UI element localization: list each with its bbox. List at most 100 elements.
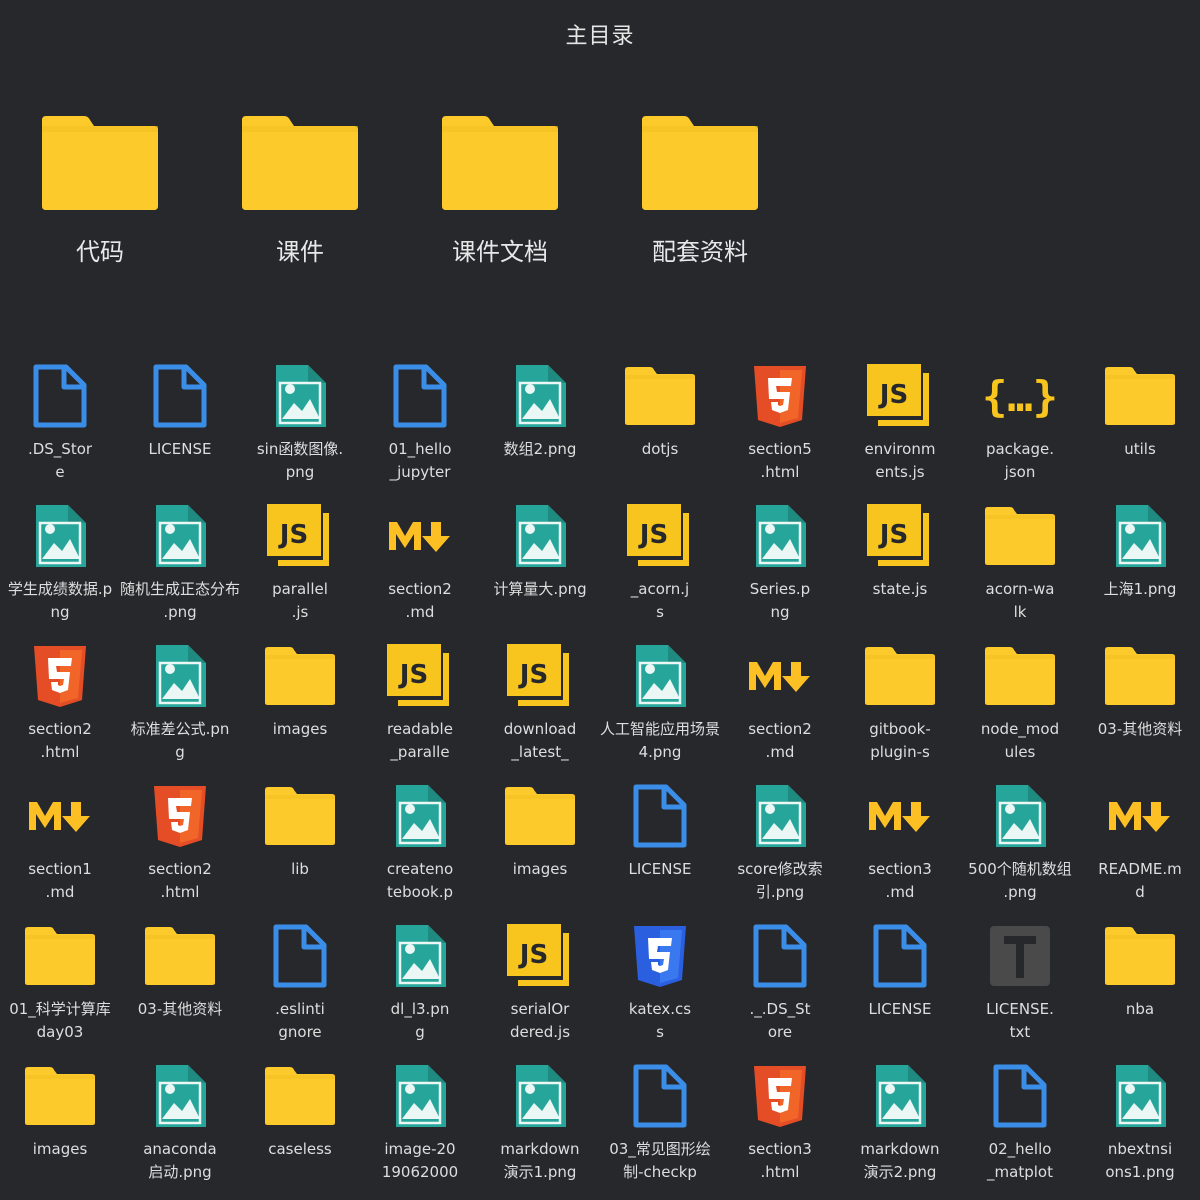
html5-icon [24, 640, 96, 712]
folder-icon [1104, 920, 1176, 992]
file-item[interactable]: section3 .md [840, 780, 960, 904]
file-name-line1: node_mod [980, 720, 1060, 738]
file-label: environm ents.js [840, 438, 960, 484]
file-item[interactable]: JS state.js [840, 500, 960, 601]
file-item[interactable]: 数组2.png [480, 360, 600, 461]
file-item[interactable]: 500个随机数组 .png [960, 780, 1080, 904]
file-item[interactable]: caseless [240, 1060, 360, 1161]
file-name-line1: image-20 [384, 1140, 456, 1158]
file-item[interactable]: JS _acorn.j s [600, 500, 720, 624]
file-item[interactable]: images [0, 1060, 120, 1161]
file-item[interactable]: 01_科学计算库 day03 [0, 920, 120, 1044]
file-item[interactable]: 人工智能应用场景 4.png [600, 640, 720, 764]
file-name-line1: LICENSE. [986, 1000, 1054, 1018]
javascript-icon: JS [264, 500, 336, 572]
image-file-icon [384, 920, 456, 992]
file-label: README.m d [1080, 858, 1200, 904]
svg-text:JS: JS [638, 520, 668, 550]
file-item[interactable]: section2 .html [120, 780, 240, 904]
folder-item[interactable]: 代码 [0, 112, 200, 267]
file-item[interactable]: 01_hello _jupyter [360, 360, 480, 484]
folder-icon [1104, 360, 1176, 432]
file-item[interactable]: images [480, 780, 600, 881]
file-name-line1: 标准差公式.pn [130, 720, 230, 738]
file-item[interactable]: sin函数图像. png [240, 360, 360, 484]
folder-icon [264, 640, 336, 712]
file-item[interactable]: createno tebook.p [360, 780, 480, 904]
file-item[interactable]: README.m d [1080, 780, 1200, 904]
file-label: 计算量大.png [480, 578, 600, 601]
folder-item[interactable]: 课件 [200, 112, 400, 267]
file-item[interactable]: .DS_Stor e [0, 360, 120, 484]
file-item[interactable]: section2 .html [0, 640, 120, 764]
file-item[interactable]: 标准差公式.pn g [120, 640, 240, 764]
markdown-icon [24, 780, 96, 852]
file-item[interactable]: section2 .md [720, 640, 840, 764]
file-item[interactable]: LICENSE [120, 360, 240, 461]
file-item[interactable]: dotjs [600, 360, 720, 461]
file-item[interactable]: JS download _latest_ [480, 640, 600, 764]
file-item[interactable]: 03_常见图形绘 制-checkp [600, 1060, 720, 1184]
file-item[interactable]: images [240, 640, 360, 741]
file-label: 随机生成正态分布 .png [120, 578, 240, 624]
file-name-line1: nba [1125, 1000, 1155, 1018]
file-item[interactable]: LICENSE. txt [960, 920, 1080, 1044]
file-item[interactable]: JS serialOr dered.js [480, 920, 600, 1044]
file-name-line1: 上海1.png [1103, 580, 1177, 598]
image-file-icon [504, 1060, 576, 1132]
file-item[interactable]: katex.cs s [600, 920, 720, 1044]
file-name-line1: score修改索 [737, 860, 823, 878]
image-file-icon [384, 780, 456, 852]
file-item[interactable]: section1 .md [0, 780, 120, 904]
file-item[interactable]: 上海1.png [1080, 500, 1200, 601]
markdown-icon [1104, 780, 1176, 852]
file-item[interactable]: 03-其他资料 [1080, 640, 1200, 741]
file-item[interactable]: 随机生成正态分布 .png [120, 500, 240, 624]
file-item[interactable]: JS environm ents.js [840, 360, 960, 484]
file-item[interactable]: node_mod ules [960, 640, 1080, 764]
file-item[interactable]: {…} package. json [960, 360, 1080, 484]
folder-item[interactable]: 课件文档 [400, 112, 600, 267]
file-name-line2: tebook.p [387, 883, 453, 901]
file-item[interactable]: JS readable _paralle [360, 640, 480, 764]
file-name-line1: markdown [860, 1140, 940, 1158]
file-item[interactable]: 02_hello _matplot [960, 1060, 1080, 1184]
file-item[interactable]: section2 .md [360, 500, 480, 624]
file-item[interactable]: .eslinti gnore [240, 920, 360, 1044]
file-item[interactable]: lib [240, 780, 360, 881]
file-item[interactable]: 计算量大.png [480, 500, 600, 601]
file-name-line2: .png [163, 603, 197, 621]
file-item[interactable]: JS parallel .js [240, 500, 360, 624]
file-item[interactable]: section5 .html [720, 360, 840, 484]
image-file-icon [984, 780, 1056, 852]
file-name-line1: .DS_Stor [27, 440, 93, 458]
file-item[interactable]: 学生成绩数据.p ng [0, 500, 120, 624]
file-item[interactable]: 03-其他资料 [120, 920, 240, 1021]
file-item[interactable]: section3 .html [720, 1060, 840, 1184]
file-item[interactable]: Series.p ng [720, 500, 840, 624]
image-file-icon [144, 1060, 216, 1132]
file-name-line1: 随机生成正态分布 [120, 580, 241, 598]
file-item[interactable]: markdown 演示1.png [480, 1060, 600, 1184]
file-label: 01_科学计算库 day03 [0, 998, 120, 1044]
svg-text:JS: JS [518, 940, 548, 970]
file-item[interactable]: utils [1080, 360, 1200, 461]
file-item[interactable]: nba [1080, 920, 1200, 1021]
folder-item[interactable]: 配套资料 [600, 112, 800, 267]
file-item[interactable]: image-20 19062000 [360, 1060, 480, 1184]
file-item[interactable]: LICENSE [600, 780, 720, 881]
file-item[interactable]: nbextnsi ons1.png [1080, 1060, 1200, 1184]
file-item[interactable]: markdown 演示2.png [840, 1060, 960, 1184]
file-item[interactable]: LICENSE [840, 920, 960, 1021]
folder-label: 代码 [76, 238, 124, 266]
file-item[interactable]: gitbook-plugin-s [840, 640, 960, 764]
file-name-line1: dl_l3.pn [390, 1000, 450, 1018]
file-item[interactable]: dl_l3.pn g [360, 920, 480, 1044]
file-name-line2: 演示1.png [503, 1163, 577, 1181]
file-name-line1: nbextnsi [1107, 1140, 1173, 1158]
file-item[interactable]: score修改索 引.png [720, 780, 840, 904]
file-item[interactable]: acorn-wa lk [960, 500, 1080, 624]
file-item[interactable]: ._.DS_St ore [720, 920, 840, 1044]
file-item[interactable]: anaconda 启动.png [120, 1060, 240, 1184]
file-label: lib [240, 858, 360, 881]
